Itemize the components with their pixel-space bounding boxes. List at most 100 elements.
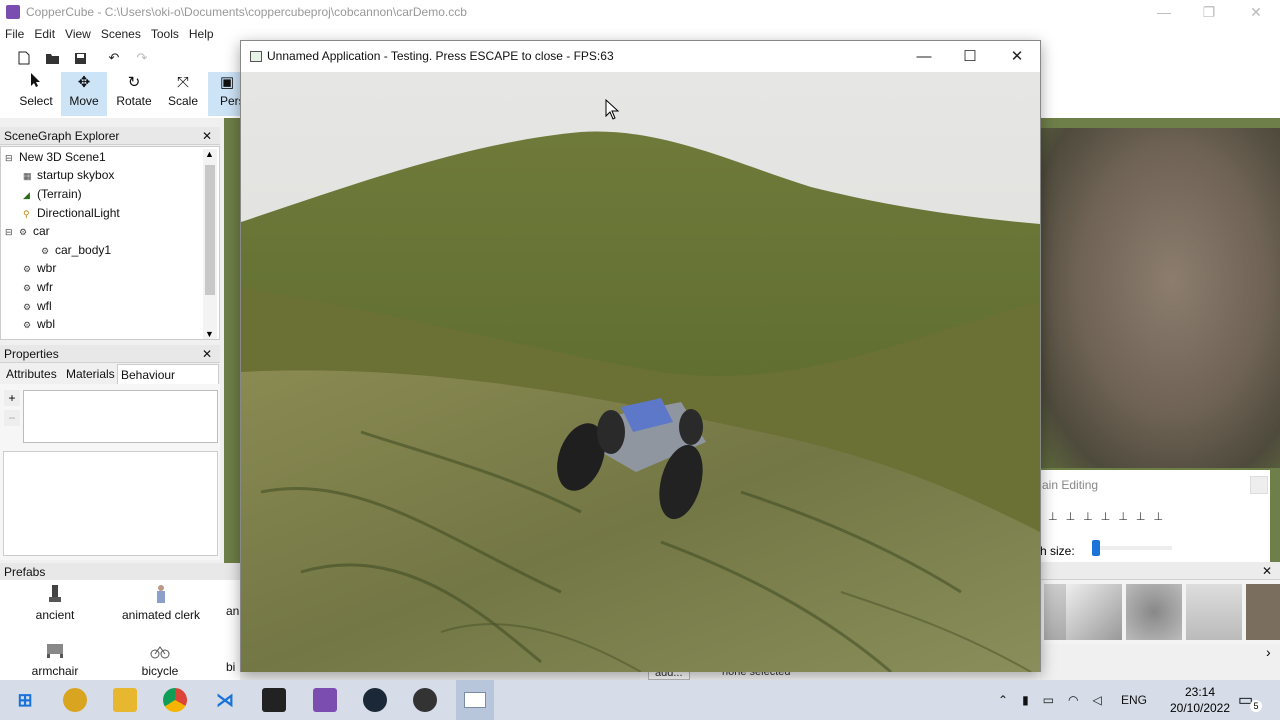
texture-next-icon[interactable]: › (1266, 644, 1271, 660)
menu-scenes[interactable]: Scenes (96, 27, 146, 41)
test-maximize-button[interactable]: ☐ (947, 41, 993, 72)
texture-thumb[interactable] (1186, 584, 1242, 640)
test-close-button[interactable]: ✕ (994, 41, 1040, 72)
language-indicator[interactable]: ENG (1121, 680, 1147, 720)
behaviour-list[interactable] (23, 390, 218, 443)
close-button[interactable]: ✕ (1233, 0, 1279, 24)
collapse-icon[interactable]: ⊟ (5, 223, 17, 241)
mesh-icon: ⚙ (23, 320, 32, 330)
scroll-up-icon[interactable]: ▲ (205, 149, 214, 159)
microphone-icon[interactable]: ▮ (1022, 693, 1029, 707)
steam-icon[interactable] (363, 688, 387, 712)
remove-behaviour-button[interactable]: − (4, 410, 20, 426)
terrain-icon: ◢ (23, 190, 30, 200)
menu-edit[interactable]: Edit (29, 27, 60, 41)
prefab-item[interactable]: bi (226, 660, 240, 674)
texture-thumb[interactable] (1126, 584, 1182, 640)
textures-close-icon[interactable]: ✕ (1262, 562, 1272, 580)
tree-item-wfl[interactable]: ⚙ wfl (23, 297, 52, 315)
properties-close-icon[interactable]: ✕ (202, 345, 212, 363)
terrain-panel-button[interactable] (1250, 476, 1268, 494)
tree-item-car[interactable]: ⊟ ⚙ car (5, 222, 50, 240)
tab-materials[interactable]: Materials (63, 364, 118, 384)
wifi-icon[interactable]: ◠ (1068, 693, 1078, 707)
scenegraph-header: SceneGraph Explorer ✕ (0, 127, 220, 145)
prefab-item[interactable]: armchair (28, 640, 82, 678)
brush-size-handle[interactable] (1092, 540, 1100, 556)
scrollbar-thumb[interactable] (205, 165, 215, 295)
test-window-title-bar[interactable]: Unnamed Application - Testing. Press ESC… (241, 41, 1040, 72)
maximize-button[interactable]: ❐ (1186, 0, 1232, 24)
menu-tools[interactable]: Tools (146, 27, 184, 41)
undo-icon[interactable]: ↶ (106, 50, 122, 66)
minimize-button[interactable]: — (1141, 0, 1187, 24)
battery-icon[interactable]: ▭ (1043, 693, 1054, 707)
obs-icon[interactable] (413, 688, 437, 712)
add-behaviour-button[interactable]: + (4, 390, 20, 406)
select-tool-button[interactable]: Select (13, 72, 59, 116)
tree-item-light[interactable]: ⚲ DirectionalLight (23, 204, 120, 222)
scenegraph-close-icon[interactable]: ✕ (202, 127, 212, 145)
menu-help[interactable]: Help (184, 27, 219, 41)
scenegraph-scrollbar[interactable]: ▲ ▼ (203, 149, 217, 339)
tree-item-wbl[interactable]: ⚙ wbl (23, 315, 55, 333)
new-file-icon[interactable] (16, 50, 32, 66)
texture-thumb[interactable] (1066, 584, 1122, 640)
prefab-item[interactable]: an (226, 604, 240, 618)
main-window-title: CopperCube - C:\Users\oki-o\Documents\co… (26, 5, 467, 19)
clock-date: 20/10/2022 (1169, 701, 1231, 715)
terminal-icon[interactable] (262, 688, 286, 712)
save-icon[interactable] (72, 50, 88, 66)
volume-icon[interactable]: ◁ (1093, 693, 1102, 707)
tree-item-terrain[interactable]: ◢ (Terrain) (23, 185, 82, 203)
coppercube-icon[interactable] (313, 688, 337, 712)
rotate-icon: ↻ (127, 74, 141, 91)
chrome-canary-icon[interactable] (63, 688, 87, 712)
textures-header: ✕ (1040, 562, 1280, 580)
texture-thumb[interactable] (1246, 584, 1280, 640)
properties-header: Properties ✕ (0, 345, 220, 363)
scenegraph-title: SceneGraph Explorer (4, 129, 120, 143)
tray-expand-icon[interactable]: ⌃ (998, 693, 1008, 707)
tab-behaviour[interactable]: Behaviour (117, 364, 219, 384)
chrome-icon[interactable] (163, 688, 187, 712)
prefab-item[interactable]: animated clerk (118, 584, 204, 622)
test-window-title: Unnamed Application - Testing. Press ESC… (267, 49, 614, 63)
tree-item-skybox[interactable]: ▦ startup skybox (23, 166, 114, 184)
application-icon (250, 51, 262, 62)
tree-item-wbr[interactable]: ⚙ wbr (23, 259, 56, 277)
scroll-down-icon[interactable]: ▼ (205, 329, 214, 339)
tree-item-scene[interactable]: ⊟ New 3D Scene1 (5, 148, 106, 166)
game-viewport[interactable] (241, 72, 1040, 672)
properties-title: Properties (4, 347, 59, 361)
terrain-editing-panel: ain Editing ⊥⊥⊥⊥⊥⊥⊥ h size: (1040, 470, 1270, 562)
test-minimize-button[interactable]: — (901, 41, 947, 72)
start-icon[interactable]: ⊞ (13, 688, 37, 712)
prefab-item[interactable]: bicycle (133, 640, 187, 678)
app-window-taskbar-button[interactable] (456, 680, 494, 720)
test-application-window[interactable]: Unnamed Application - Testing. Press ESC… (240, 40, 1041, 672)
clock-time: 23:14 (1184, 685, 1216, 699)
tree-item-wfr[interactable]: ⚙ wfr (23, 278, 53, 296)
menu-file[interactable]: File (0, 27, 29, 41)
clock[interactable]: 23:14 20/10/2022 (1165, 684, 1235, 716)
light-icon: ⚲ (23, 209, 30, 219)
perspective-tool-button[interactable]: ▣ Pers (208, 72, 245, 116)
brush-size-label: h size: (1040, 544, 1075, 558)
tab-attributes[interactable]: Attributes (3, 364, 60, 384)
move-tool-button[interactable]: ✥ Move (61, 72, 107, 116)
menu-view[interactable]: View (60, 27, 96, 41)
brush-size-slider[interactable] (1092, 540, 1172, 556)
ancient-figure-icon (44, 584, 66, 604)
arrow-icon (13, 72, 59, 94)
rotate-tool-button[interactable]: ↻ Rotate (111, 72, 157, 116)
terrain-brush-tools[interactable]: ⊥⊥⊥⊥⊥⊥⊥ (1048, 510, 1171, 523)
redo-icon[interactable]: ↷ (134, 50, 150, 66)
collapse-icon[interactable]: ⊟ (5, 149, 17, 167)
prefab-item[interactable]: ancient (28, 584, 82, 622)
open-folder-icon[interactable] (44, 50, 60, 66)
vscode-icon[interactable]: ⋊ (213, 688, 237, 712)
tree-item-car-body[interactable]: ⚙ car_body1 (41, 241, 111, 259)
file-explorer-icon[interactable] (113, 688, 137, 712)
scale-tool-button[interactable]: ⤧ Scale (160, 72, 206, 116)
